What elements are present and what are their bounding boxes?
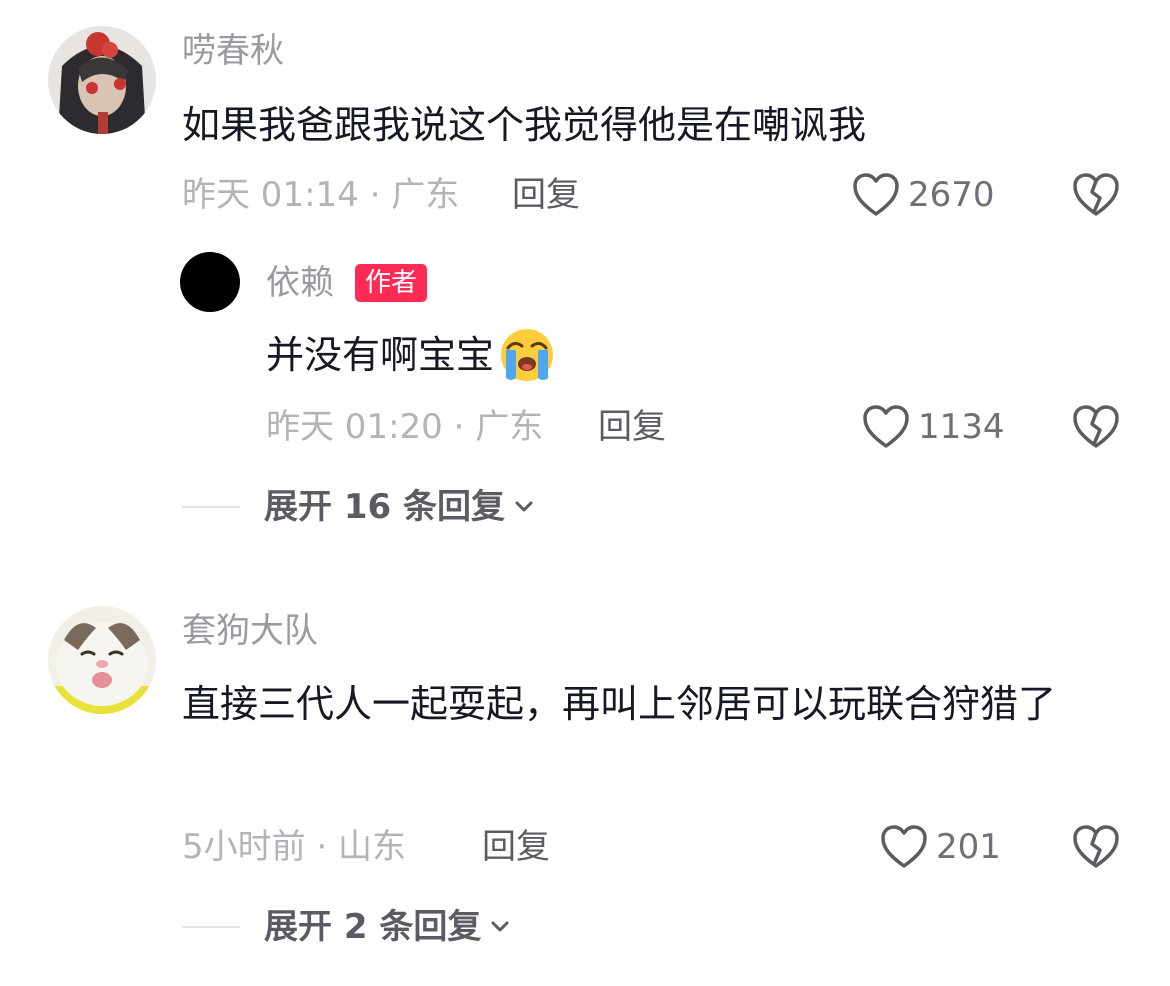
expand-replies-label: 展开 16 条回复 xyxy=(264,487,505,527)
cat-avatar-icon xyxy=(48,606,156,714)
heart-outline-icon xyxy=(881,825,927,868)
avatar[interactable] xyxy=(48,606,156,714)
loudly-crying-face-emoji-icon xyxy=(501,329,554,381)
broken-heart-icon[interactable] xyxy=(1072,824,1120,870)
comment-username[interactable]: 唠春秋 xyxy=(182,34,284,68)
chevron-down-icon xyxy=(491,921,509,932)
author-badge: 作者 xyxy=(355,264,428,302)
divider-line xyxy=(182,506,240,508)
reply-button[interactable]: 回复 xyxy=(482,830,550,864)
comment-username[interactable]: 套狗大队 xyxy=(182,614,318,648)
reply-text: 并没有啊宝宝 xyxy=(266,322,556,388)
heart-outline-icon xyxy=(863,405,909,448)
reply-meta: 昨天 01:20 · 广东 xyxy=(266,407,544,447)
comment-meta: 5小时前 · 山东 xyxy=(182,827,407,867)
expand-replies-button[interactable]: 展开 2 条回复 xyxy=(182,910,513,944)
reply-button[interactable]: 回复 xyxy=(512,178,580,212)
comment-text: 如果我爸跟我说这个我觉得他是在嘲讽我 xyxy=(182,103,867,147)
comment-text: 直接三代人一起耍起，再叫上邻居可以玩联合狩猎了 xyxy=(182,682,1057,726)
like-button[interactable]: 201 xyxy=(880,824,1001,870)
chevron-down-icon xyxy=(515,501,533,512)
divider-line xyxy=(182,926,240,928)
reply-text-body: 并没有啊宝宝 xyxy=(266,333,495,377)
expand-replies-button[interactable]: 展开 16 条回复 xyxy=(182,490,537,524)
like-button[interactable]: 1134 xyxy=(862,404,1005,450)
broken-heart-icon[interactable] xyxy=(1072,172,1120,218)
comment-meta: 昨天 01:14 · 广东 xyxy=(182,175,460,215)
like-button[interactable]: 2670 xyxy=(852,172,995,218)
costume-girl-avatar-icon xyxy=(48,26,156,134)
broken-heart-icon[interactable] xyxy=(1072,404,1120,450)
avatar[interactable] xyxy=(48,26,156,134)
reply-button[interactable]: 回复 xyxy=(598,410,666,444)
reply-username[interactable]: 依赖 xyxy=(266,266,334,300)
heart-outline-icon xyxy=(853,173,899,216)
like-count: 201 xyxy=(936,827,1001,867)
like-count: 2670 xyxy=(908,175,995,215)
avatar[interactable] xyxy=(180,252,240,312)
like-count: 1134 xyxy=(918,407,1005,447)
expand-replies-label: 展开 2 条回复 xyxy=(264,907,482,947)
